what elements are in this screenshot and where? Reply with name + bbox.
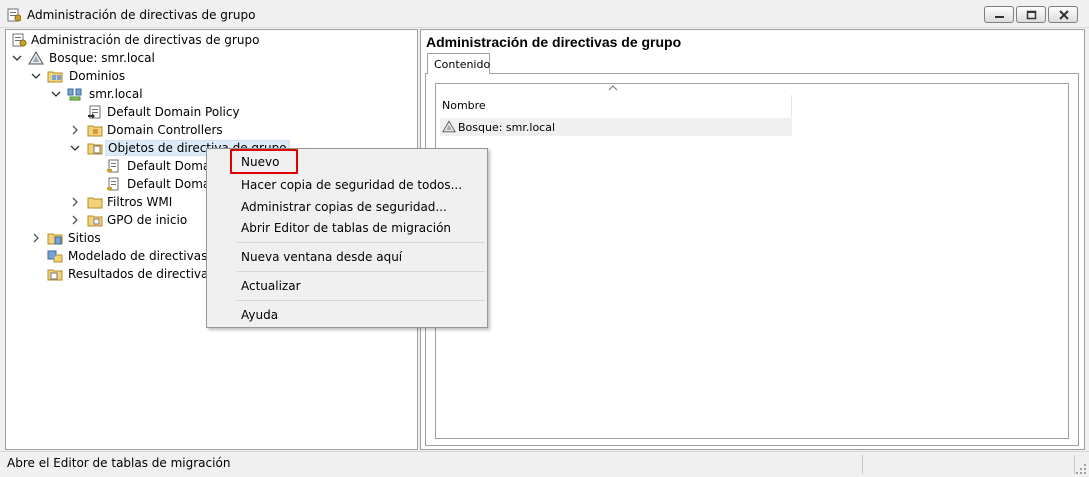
menu-item-backup-all[interactable]: Hacer copia de seguridad de todos...: [241, 178, 462, 196]
domains-folder-icon: [47, 71, 63, 83]
context-menu: Nuevo Hacer copia de seguridad de todos.…: [206, 148, 488, 328]
gpmc-icon: [12, 33, 27, 47]
gpo-link-icon: [88, 105, 101, 119]
status-text: Abre el Editor de tablas de migración: [7, 456, 231, 470]
column-header-name[interactable]: Nombre: [440, 95, 792, 117]
tree-item-label: Modelado de directivas de: [68, 249, 227, 263]
tab-panel: Nombre Bosque: smr.local: [425, 73, 1079, 446]
contents-list[interactable]: Nombre Bosque: smr.local: [435, 83, 1069, 439]
tree-item-label: Default Domain Policy: [107, 105, 240, 119]
resize-grip-icon[interactable]: [1075, 463, 1087, 475]
forest-icon: [28, 51, 44, 65]
gpo-icon: [107, 177, 119, 191]
menu-item-refresh[interactable]: Actualizar: [241, 279, 301, 297]
tree-item-label: Administración de directivas de grupo: [31, 33, 260, 47]
title-bar: Administración de directivas de grupo: [0, 0, 1089, 28]
tab-contents[interactable]: Contenido: [427, 53, 490, 74]
minimize-icon: [995, 16, 1004, 18]
sites-icon: [47, 233, 63, 245]
tree-item-label: Resultados de directivas d: [68, 267, 227, 281]
close-button[interactable]: [1048, 6, 1078, 23]
chevron-down-icon[interactable]: [50, 88, 62, 100]
menu-item-migration-table-editor[interactable]: Abrir Editor de tablas de migración: [241, 221, 451, 239]
forest-icon: [442, 120, 456, 133]
chevron-right-icon[interactable]: [30, 232, 42, 244]
tree-item-label: Bosque: smr.local: [49, 51, 155, 65]
tree-item-label: Sitios: [68, 231, 101, 245]
menu-item-manage-backups[interactable]: Administrar copias de seguridad...: [241, 200, 447, 218]
close-icon: [1059, 10, 1069, 20]
chevron-down-icon[interactable]: [30, 70, 42, 82]
results-pane-title: Administración de directivas de grupo: [426, 34, 682, 50]
maximize-icon: [1026, 10, 1037, 20]
modeling-icon: [47, 250, 63, 263]
chevron-down-icon[interactable]: [69, 142, 81, 154]
gpo-folder-icon: [87, 143, 103, 155]
chevron-right-icon[interactable]: [69, 196, 81, 208]
chevron-right-icon[interactable]: [69, 214, 81, 226]
menu-separator: [237, 271, 485, 272]
chevron-down-icon[interactable]: [11, 52, 23, 64]
domain-icon: [67, 88, 82, 101]
menu-separator: [237, 242, 485, 243]
menu-item-new[interactable]: Nuevo: [241, 155, 279, 173]
folder-icon: [87, 197, 103, 209]
results-pane: Administración de directivas de grupo Co…: [420, 29, 1085, 450]
sort-ascending-icon: [608, 85, 618, 91]
tree-item-label: Dominios: [69, 69, 126, 83]
minimize-button[interactable]: [984, 6, 1014, 23]
menu-separator: [237, 300, 485, 301]
window-title: Administración de directivas de grupo: [27, 8, 256, 22]
chevron-right-icon[interactable]: [69, 124, 81, 136]
menu-item-help[interactable]: Ayuda: [241, 308, 278, 326]
results-icon: [47, 269, 63, 281]
maximize-button[interactable]: [1016, 6, 1046, 23]
list-item[interactable]: Bosque: smr.local: [440, 118, 792, 136]
status-bar: Abre el Editor de tablas de migración: [0, 451, 1089, 477]
folder-icon: [87, 215, 103, 227]
status-divider: [862, 455, 863, 474]
list-item-label: Bosque: smr.local: [458, 121, 556, 134]
gpo-icon: [107, 159, 119, 173]
ou-folder-icon: [87, 125, 103, 137]
gpmc-icon: [7, 8, 21, 22]
menu-item-new-window[interactable]: Nueva ventana desde aquí: [241, 250, 402, 268]
tree-item-label: Domain Controllers: [107, 123, 223, 137]
tree-item-label: Filtros WMI: [107, 195, 173, 209]
tree-item-label: GPO de inicio: [107, 213, 188, 227]
tree-item-label: smr.local: [89, 87, 143, 101]
